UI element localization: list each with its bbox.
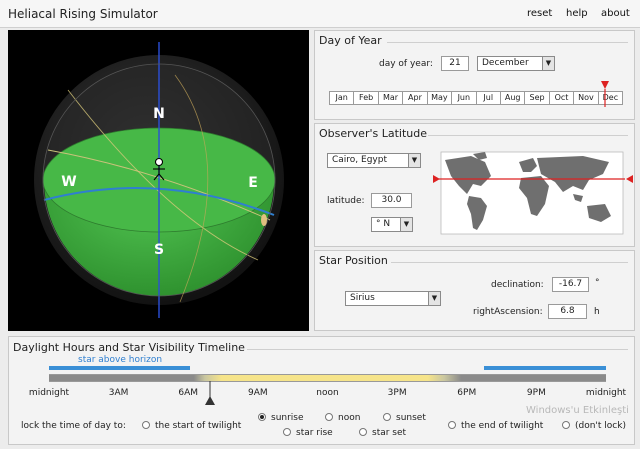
compass-east: E xyxy=(248,175,258,191)
timeline-title: Daylight Hours and Star Visibility Timel… xyxy=(13,341,245,354)
latitude-marker-right[interactable] xyxy=(626,175,633,183)
hemisphere-select[interactable]: ° N ▼ xyxy=(371,217,413,232)
star-visible-bar-morning xyxy=(49,366,190,370)
month-label[interactable]: Jan xyxy=(330,92,353,104)
month-label[interactable]: Jun xyxy=(451,92,475,104)
celestial-sphere[interactable]: N S W E xyxy=(8,30,309,331)
compass-south: S xyxy=(154,242,164,258)
radio-end-twilight-label: the end of twilight xyxy=(461,421,544,431)
location-select[interactable]: Cairo, Egypt ▼ xyxy=(327,153,421,168)
radio-start-twilight[interactable]: the start of twilight xyxy=(142,421,241,431)
help-link[interactable]: help xyxy=(566,8,588,19)
top-bar: Heliacal Rising Simulator reset help abo… xyxy=(0,0,640,28)
month-label[interactable]: Oct xyxy=(548,92,573,104)
month-select[interactable]: December ▼ xyxy=(477,56,555,71)
time-cursor[interactable] xyxy=(204,381,216,407)
title-divider xyxy=(391,262,628,263)
radio-star-rise[interactable]: star rise xyxy=(283,428,333,438)
title-divider xyxy=(247,349,628,350)
right-ascension-input[interactable]: 6.8 xyxy=(548,304,587,319)
app-title: Heliacal Rising Simulator xyxy=(8,7,158,21)
world-map[interactable] xyxy=(433,146,633,240)
month-label[interactable]: Mar xyxy=(377,92,402,104)
title-divider xyxy=(387,42,628,43)
compass-west: W xyxy=(61,174,76,190)
radio-noon[interactable]: noon xyxy=(325,413,360,423)
day-slider-handle[interactable] xyxy=(599,77,611,107)
month-label[interactable]: Feb xyxy=(353,92,377,104)
radio-star-set[interactable]: star set xyxy=(359,428,406,438)
day-of-year-input[interactable]: 21 xyxy=(441,56,469,71)
chevron-down-icon: ▼ xyxy=(400,218,412,231)
time-tick-label: midnight xyxy=(585,388,627,398)
hemisphere-select-value: ° N xyxy=(376,219,391,229)
day-of-year-label: day of year: xyxy=(379,59,433,69)
month-label[interactable]: Jul xyxy=(475,92,500,104)
sun-marker xyxy=(261,214,267,226)
star-select[interactable]: Sirius ▼ xyxy=(345,291,441,306)
observer-latitude-title: Observer's Latitude xyxy=(319,127,427,140)
star-position-title: Star Position xyxy=(319,254,388,267)
time-tick-label: 3AM xyxy=(108,388,129,398)
month-select-value: December xyxy=(482,58,529,68)
star-visible-bar-evening xyxy=(484,366,606,370)
latitude-input[interactable]: 30.0 xyxy=(371,193,412,208)
title-divider xyxy=(428,135,628,136)
location-select-value: Cairo, Egypt xyxy=(332,155,387,165)
radio-noon-label: noon xyxy=(338,413,361,423)
globe-view[interactable]: N S W E xyxy=(8,30,309,331)
radio-sunrise-label: sunrise xyxy=(271,413,304,423)
day-of-year-title: Day of Year xyxy=(319,34,382,47)
radio-dont-lock[interactable]: (don't lock) xyxy=(562,421,626,431)
timeline-panel: Daylight Hours and Star Visibility Timel… xyxy=(8,336,635,445)
month-label[interactable]: Nov xyxy=(573,92,597,104)
star-select-value: Sirius xyxy=(350,293,375,303)
time-tick-label: midnight xyxy=(28,388,70,398)
lock-time-label: lock the time of day to: xyxy=(21,421,126,431)
latitude-label: latitude: xyxy=(327,196,365,206)
chevron-down-icon: ▼ xyxy=(542,57,554,70)
daylight-bar[interactable] xyxy=(49,374,606,382)
about-link[interactable]: about xyxy=(601,8,630,19)
right-ascension-label: rightAscension: xyxy=(473,307,543,317)
radio-sunset-label: sunset xyxy=(396,413,426,423)
right-ascension-unit: h xyxy=(594,307,600,317)
time-tick-label: 6PM xyxy=(457,388,477,398)
day-of-year-panel: Day of Year day of year: 21 December ▼ J… xyxy=(314,30,635,120)
latitude-marker-left[interactable] xyxy=(433,175,440,183)
radio-start-twilight-label: the start of twilight xyxy=(155,421,242,431)
month-label[interactable]: May xyxy=(426,92,451,104)
declination-input[interactable]: -16.7 xyxy=(552,277,589,292)
chevron-down-icon: ▼ xyxy=(428,292,440,305)
declination-unit: ° xyxy=(595,278,600,288)
declination-label: declination: xyxy=(491,280,544,290)
observer-latitude-panel: Observer's Latitude Cairo, Egypt ▼ latit… xyxy=(314,123,635,247)
radio-dont-lock-label: (don't lock) xyxy=(575,421,626,431)
activation-watermark: Windows'u Etkinleşti xyxy=(526,405,629,416)
compass-north: N xyxy=(153,106,165,122)
radio-sunrise[interactable]: sunrise xyxy=(258,413,304,423)
chevron-down-icon: ▼ xyxy=(408,154,420,167)
radio-end-twilight[interactable]: the end of twilight xyxy=(448,421,543,431)
star-position-panel: Star Position Sirius ▼ declination: -16.… xyxy=(314,250,635,331)
radio-star-rise-label: star rise xyxy=(296,428,333,438)
star-above-horizon-label: star above horizon xyxy=(78,355,163,365)
month-label[interactable]: Aug xyxy=(499,92,524,104)
time-tick-label: 9PM xyxy=(526,388,546,398)
time-tick-label: 9AM xyxy=(248,388,268,398)
month-slider-track[interactable]: Jan Feb Mar Apr May Jun Jul Aug Sep Oct Nov Dec xyxy=(329,91,623,105)
month-label[interactable]: Apr xyxy=(402,92,426,104)
reset-link[interactable]: reset xyxy=(527,8,552,19)
month-label[interactable]: Sep xyxy=(524,92,548,104)
time-tick-label: 6AM xyxy=(178,388,199,398)
time-tick-label: 3PM xyxy=(387,388,407,398)
radio-star-set-label: star set xyxy=(372,428,407,438)
time-tick-label: noon xyxy=(316,388,339,398)
radio-sunset[interactable]: sunset xyxy=(383,413,426,423)
